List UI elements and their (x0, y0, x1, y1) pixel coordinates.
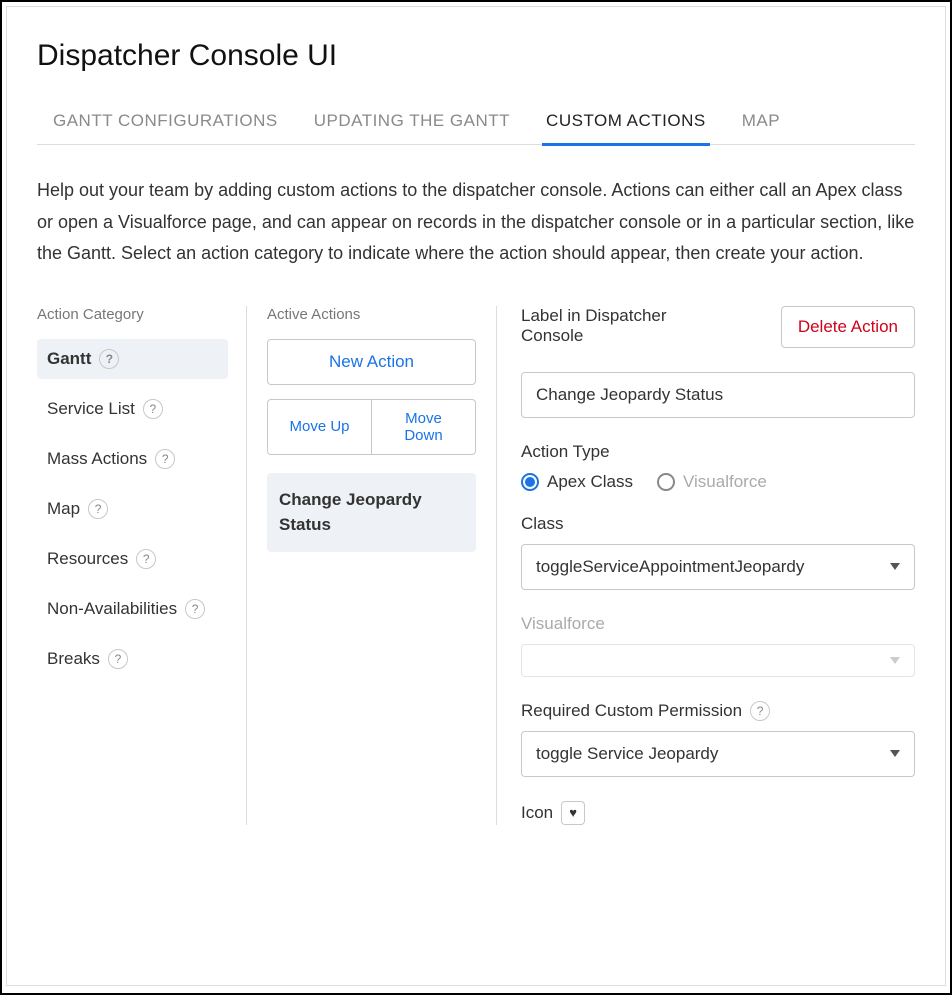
permission-select[interactable]: toggle Service Jeopardy (521, 731, 915, 777)
tab-updating-the-gantt[interactable]: UPDATING THE GANTT (310, 103, 514, 144)
select-value: toggleServiceAppointmentJeopardy (536, 557, 804, 577)
permission-label: Required Custom Permission ? (521, 701, 915, 721)
help-icon[interactable]: ? (143, 399, 163, 419)
category-breaks[interactable]: Breaks ? (37, 639, 228, 679)
new-action-button[interactable]: New Action (267, 339, 476, 385)
help-icon[interactable]: ? (185, 599, 205, 619)
chevron-down-icon (890, 563, 900, 570)
radio-label: Visualforce (683, 472, 767, 492)
delete-action-button[interactable]: Delete Action (781, 306, 915, 348)
chevron-down-icon (890, 750, 900, 757)
radio-apex-class[interactable]: Apex Class (521, 472, 633, 492)
active-actions-panel: Active Actions New Action Move Up Move D… (247, 306, 497, 825)
category-map[interactable]: Map ? (37, 489, 228, 529)
icon-picker[interactable]: ♥ (561, 801, 585, 825)
active-actions-title: Active Actions (267, 306, 476, 323)
visualforce-select (521, 644, 915, 677)
visualforce-label: Visualforce (521, 614, 915, 634)
radio-icon (521, 473, 539, 491)
icon-label: Icon (521, 803, 553, 823)
move-up-button[interactable]: Move Up (267, 399, 372, 455)
tab-custom-actions[interactable]: CUSTOM ACTIONS (542, 103, 710, 146)
tab-map[interactable]: MAP (738, 103, 784, 144)
action-category-title: Action Category (37, 306, 228, 323)
class-select[interactable]: toggleServiceAppointmentJeopardy (521, 544, 915, 590)
category-resources[interactable]: Resources ? (37, 539, 228, 579)
radio-icon (657, 473, 675, 491)
category-label: Non-Availabilities (47, 599, 177, 619)
category-gantt[interactable]: Gantt ? (37, 339, 228, 379)
category-label: Service List (47, 399, 135, 419)
permission-label-text: Required Custom Permission (521, 701, 742, 721)
action-type-label: Action Type (521, 442, 915, 462)
category-label: Map (47, 499, 80, 519)
category-service-list[interactable]: Service List ? (37, 389, 228, 429)
heart-icon: ♥ (569, 805, 577, 820)
help-icon[interactable]: ? (155, 449, 175, 469)
label-in-console-input[interactable] (521, 372, 915, 418)
action-category-panel: Action Category Gantt ? Service List ? M… (37, 306, 247, 825)
radio-label: Apex Class (547, 472, 633, 492)
help-icon[interactable]: ? (99, 349, 119, 369)
category-non-availabilities[interactable]: Non-Availabilities ? (37, 589, 228, 629)
move-down-button[interactable]: Move Down (372, 399, 476, 455)
tabs: GANTT CONFIGURATIONS UPDATING THE GANTT … (37, 103, 915, 145)
chevron-down-icon (890, 657, 900, 664)
help-icon[interactable]: ? (88, 499, 108, 519)
category-label: Mass Actions (47, 449, 147, 469)
page-title: Dispatcher Console UI (37, 39, 915, 73)
category-label: Breaks (47, 649, 100, 669)
class-label: Class (521, 514, 915, 534)
help-text: Help out your team by adding custom acti… (37, 175, 915, 270)
action-item-change-jeopardy-status[interactable]: Change Jeopardy Status (267, 473, 476, 552)
category-label: Resources (47, 549, 128, 569)
help-icon[interactable]: ? (750, 701, 770, 721)
tab-gantt-configurations[interactable]: GANTT CONFIGURATIONS (49, 103, 282, 144)
help-icon[interactable]: ? (108, 649, 128, 669)
select-value: toggle Service Jeopardy (536, 744, 718, 764)
radio-visualforce[interactable]: Visualforce (657, 472, 767, 492)
help-icon[interactable]: ? (136, 549, 156, 569)
action-editor-panel: Label in Dispatcher Console Delete Actio… (497, 306, 915, 825)
category-label: Gantt (47, 349, 91, 369)
category-mass-actions[interactable]: Mass Actions ? (37, 439, 228, 479)
label-in-console-label: Label in Dispatcher Console (521, 306, 671, 346)
